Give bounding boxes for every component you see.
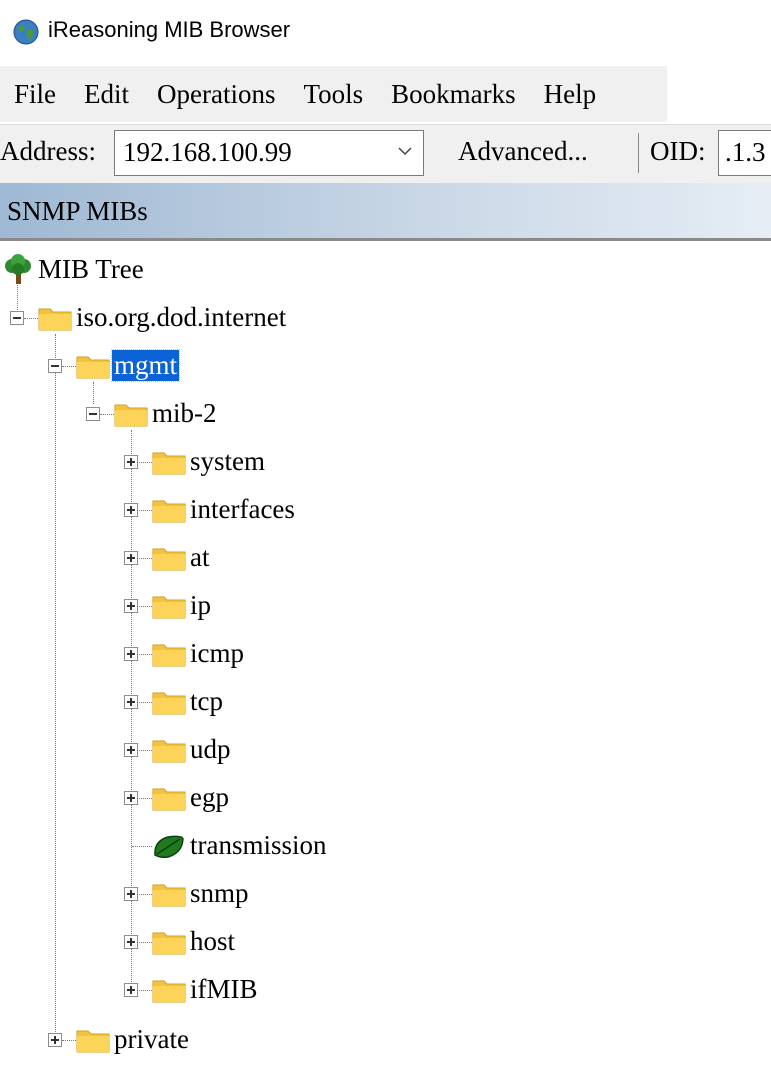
address-combobox[interactable]: 192.168.100.99: [114, 130, 424, 176]
tree-node-label: private: [114, 1024, 189, 1054]
tree-node-mib-2[interactable]: mib-2: [0, 390, 260, 438]
tree-node-label: snmp: [190, 878, 249, 908]
tree-node-private[interactable]: private: [0, 1016, 260, 1064]
tree-node-interfaces[interactable]: interfaces: [0, 486, 360, 534]
tree-root[interactable]: MIB Tree: [0, 246, 200, 294]
folder-icon: [152, 692, 186, 715]
tree-node-label: tcp: [190, 686, 223, 716]
expand-toggle[interactable]: [124, 935, 138, 949]
oid-input[interactable]: .1.3: [718, 130, 771, 176]
tree-line: [132, 846, 152, 847]
tree-node-tcp[interactable]: tcp: [0, 678, 360, 726]
toolbar-separator: [638, 133, 639, 173]
tree-node-ifmib[interactable]: ifMIB: [0, 966, 360, 1014]
leaf-icon: [154, 835, 184, 858]
panel-title: SNMP MIBs: [7, 196, 148, 226]
collapse-toggle[interactable]: [10, 311, 24, 325]
folder-icon: [152, 548, 186, 571]
address-label: Address:: [0, 136, 96, 166]
expand-toggle[interactable]: [124, 983, 138, 997]
oid-value[interactable]: .1.3: [725, 137, 766, 168]
expand-toggle[interactable]: [124, 743, 138, 757]
collapse-toggle[interactable]: [48, 359, 62, 373]
tree-icon: [5, 254, 31, 284]
folder-icon: [152, 788, 186, 811]
expand-toggle[interactable]: [124, 599, 138, 613]
tree-node-label: icmp: [190, 638, 244, 668]
expand-toggle[interactable]: [124, 551, 138, 565]
window-title: iReasoning MIB Browser: [48, 17, 291, 42]
address-toolbar: Address: 192.168.100.99 Advanced... OID:…: [0, 124, 771, 183]
globe-icon: [13, 19, 39, 45]
folder-icon: [152, 980, 186, 1003]
tree-node-label: ifMIB: [190, 974, 258, 1004]
collapse-toggle[interactable]: [86, 407, 100, 421]
tree-node-udp[interactable]: udp: [0, 726, 360, 774]
folder-icon: [152, 644, 186, 667]
expand-toggle[interactable]: [124, 647, 138, 661]
expand-toggle[interactable]: [124, 887, 138, 901]
tree-node-label: mib-2: [152, 398, 217, 428]
expand-toggle[interactable]: [124, 455, 138, 469]
tree-node-label: udp: [190, 734, 231, 764]
folder-icon: [76, 356, 110, 379]
folder-icon: [114, 404, 148, 427]
menu-tools[interactable]: Tools: [289, 66, 377, 122]
folder-icon: [152, 452, 186, 475]
menu-bar: File Edit Operations Tools Bookmarks Hel…: [0, 66, 667, 122]
expand-toggle[interactable]: [124, 695, 138, 709]
tree-node-label: transmission: [190, 830, 327, 860]
expand-toggle[interactable]: [124, 791, 138, 805]
tree-node-icmp[interactable]: icmp: [0, 630, 360, 678]
tree-root-label: MIB Tree: [38, 254, 144, 284]
tree-node-host[interactable]: host: [0, 918, 360, 966]
folder-icon: [152, 740, 186, 763]
tree-node-iso[interactable]: iso.org.dod.internet: [0, 294, 340, 342]
tree-node-ip[interactable]: ip: [0, 582, 360, 630]
chevron-down-icon[interactable]: [397, 139, 413, 163]
advanced-button[interactable]: Advanced...: [458, 136, 588, 167]
menu-help[interactable]: Help: [530, 66, 610, 122]
expand-toggle[interactable]: [124, 503, 138, 517]
tree-node-mgmt[interactable]: mgmt: [0, 342, 240, 390]
expand-toggle[interactable]: [48, 1033, 62, 1047]
address-value[interactable]: 192.168.100.99: [123, 137, 292, 168]
tree-node-label: ip: [190, 590, 212, 620]
oid-label: OID:: [650, 136, 706, 166]
menu-edit[interactable]: Edit: [70, 66, 143, 122]
tree-node-egp[interactable]: egp: [0, 774, 360, 822]
menu-operations[interactable]: Operations: [143, 66, 289, 122]
folder-icon: [152, 500, 186, 523]
folder-icon: [152, 596, 186, 619]
tree-node-label: mgmt: [110, 349, 181, 382]
tree-node-label: at: [190, 542, 210, 572]
title-bar: iReasoning MIB Browser: [0, 0, 771, 64]
tree-node-transmission[interactable]: transmission: [0, 822, 360, 870]
mib-tree: MIB Tree iso.org.dod.internet mgmt mib-2…: [0, 244, 771, 1066]
folder-icon: [38, 308, 72, 331]
tree-node-label: iso.org.dod.internet: [76, 302, 287, 332]
tree-node-snmp[interactable]: snmp: [0, 870, 360, 918]
tree-node-at[interactable]: at: [0, 534, 360, 582]
tree-node-label: interfaces: [190, 494, 295, 524]
tree-node-label: system: [190, 446, 266, 476]
tree-node-label: host: [190, 926, 236, 956]
menu-file[interactable]: File: [0, 66, 70, 122]
tree-node-system[interactable]: system: [0, 438, 360, 486]
folder-icon: [76, 1030, 110, 1053]
menu-bookmarks[interactable]: Bookmarks: [377, 66, 530, 122]
snmp-mibs-panel-header: SNMP MIBs: [0, 183, 771, 241]
folder-icon: [152, 884, 186, 907]
tree-node-label: egp: [190, 782, 229, 812]
folder-icon: [152, 932, 186, 955]
